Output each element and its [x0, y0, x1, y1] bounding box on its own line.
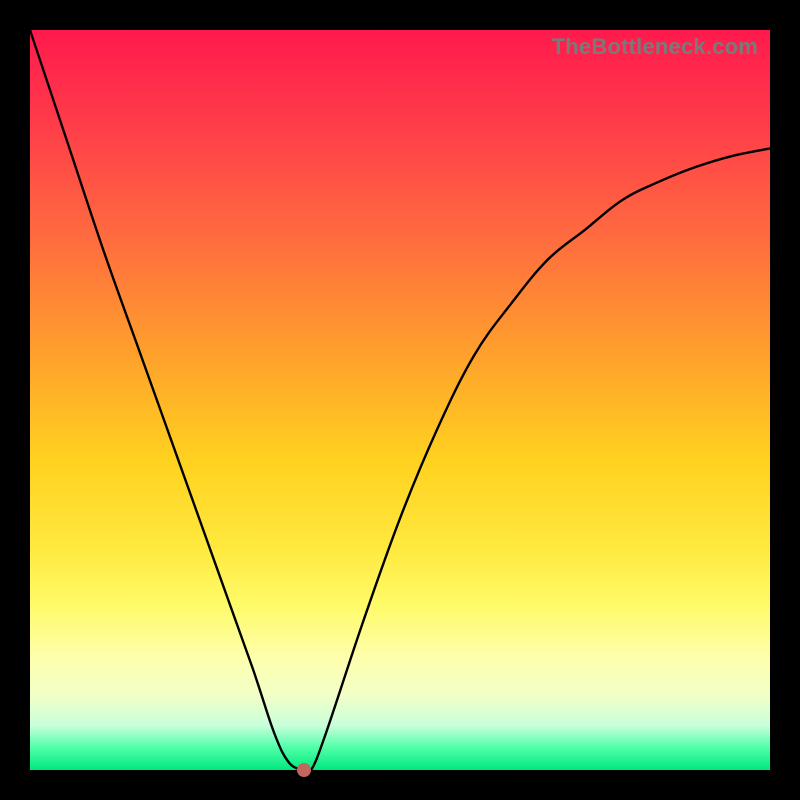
bottleneck-curve: [30, 30, 770, 773]
plot-area: TheBottleneck.com: [30, 30, 770, 770]
curve-svg: [30, 30, 770, 770]
optimal-point-marker: [297, 763, 311, 777]
chart-frame: TheBottleneck.com: [0, 0, 800, 800]
